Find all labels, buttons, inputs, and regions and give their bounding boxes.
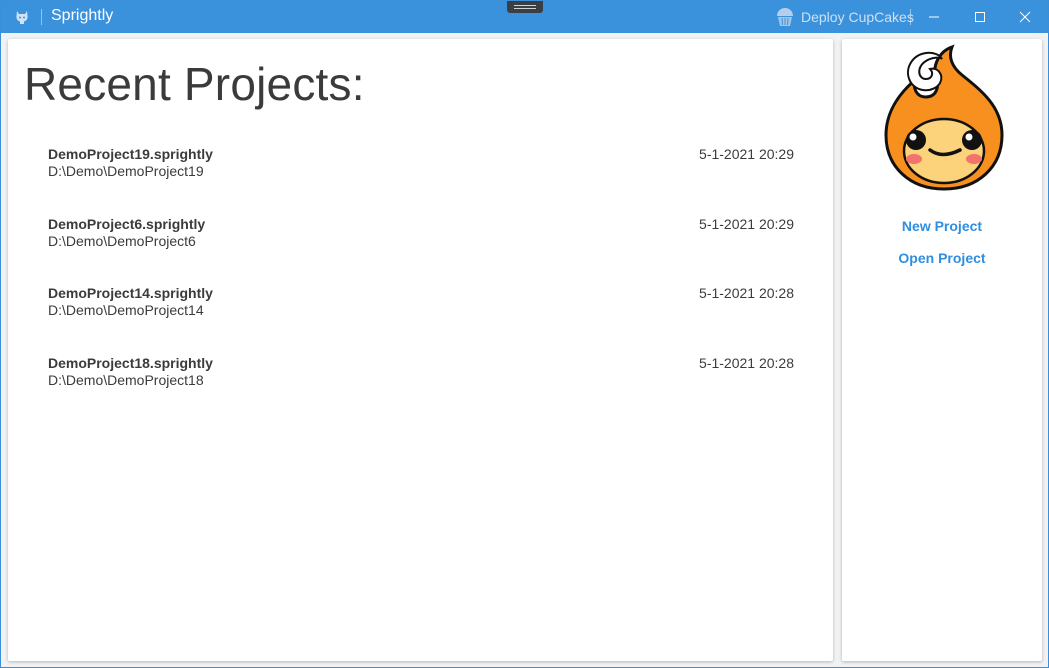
project-date: 5-1-2021 20:29 bbox=[699, 146, 794, 162]
project-date: 5-1-2021 20:28 bbox=[699, 285, 794, 301]
minimize-button[interactable] bbox=[911, 1, 957, 33]
github-octocat-icon bbox=[16, 11, 28, 24]
project-item[interactable]: DemoProject14.sprightly D:\Demo\DemoProj… bbox=[48, 285, 796, 325]
project-name: DemoProject18.sprightly bbox=[48, 355, 213, 371]
maximize-button[interactable] bbox=[957, 1, 1003, 33]
project-name: DemoProject6.sprightly bbox=[48, 216, 206, 232]
page-title: Recent Projects: bbox=[24, 58, 365, 110]
app-window: Sprightly Deploy CupCakes Recent Project… bbox=[0, 0, 1049, 668]
cupcake-icon bbox=[777, 8, 793, 26]
open-project-link[interactable]: Open Project bbox=[842, 250, 1042, 266]
close-button[interactable] bbox=[1002, 1, 1048, 33]
project-path: D:\Demo\DemoProject19 bbox=[48, 163, 204, 179]
project-item[interactable]: DemoProject6.sprightly D:\Demo\DemoProje… bbox=[48, 216, 796, 256]
actions-panel: New Project Open Project bbox=[842, 39, 1042, 661]
title-bar[interactable]: Sprightly Deploy CupCakes bbox=[1, 1, 1048, 33]
project-date: 5-1-2021 20:29 bbox=[699, 216, 794, 232]
drag-handle[interactable] bbox=[507, 1, 543, 13]
title-separator bbox=[41, 9, 42, 25]
project-date: 5-1-2021 20:28 bbox=[699, 355, 794, 371]
minimize-icon bbox=[929, 16, 939, 18]
project-path: D:\Demo\DemoProject18 bbox=[48, 372, 204, 388]
flame-mascot-icon bbox=[884, 44, 1004, 191]
window-title: Sprightly bbox=[51, 7, 114, 24]
project-path: D:\Demo\DemoProject6 bbox=[48, 233, 196, 249]
project-path: D:\Demo\DemoProject14 bbox=[48, 302, 204, 318]
deploy-cupcakes-button[interactable]: Deploy CupCakes bbox=[774, 6, 914, 28]
project-item[interactable]: DemoProject19.sprightly D:\Demo\DemoProj… bbox=[48, 146, 796, 186]
recent-projects-panel: Recent Projects: DemoProject19.sprightly… bbox=[8, 39, 833, 661]
new-project-link[interactable]: New Project bbox=[842, 218, 1042, 234]
close-icon bbox=[1019, 11, 1031, 23]
project-item[interactable]: DemoProject18.sprightly D:\Demo\DemoProj… bbox=[48, 355, 796, 395]
project-name: DemoProject14.sprightly bbox=[48, 285, 213, 301]
maximize-icon bbox=[975, 12, 985, 22]
project-name: DemoProject19.sprightly bbox=[48, 146, 213, 162]
deploy-label: Deploy CupCakes bbox=[801, 9, 914, 25]
